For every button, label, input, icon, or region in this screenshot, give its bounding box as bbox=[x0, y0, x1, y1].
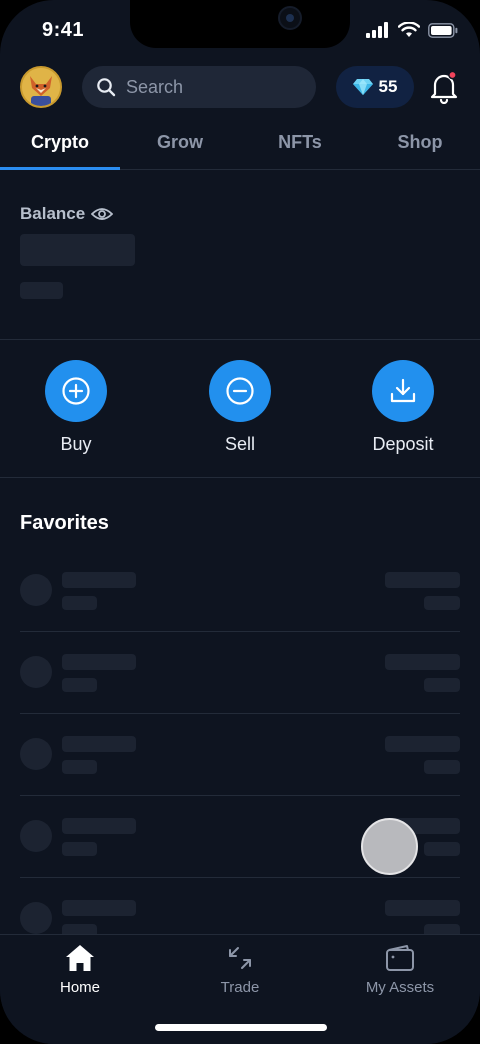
nav-home[interactable]: Home bbox=[0, 941, 160, 996]
coin-change-placeholder bbox=[424, 842, 460, 856]
battery-icon bbox=[428, 22, 458, 38]
list-item[interactable] bbox=[20, 632, 460, 714]
trade-arrows-icon bbox=[229, 947, 251, 969]
status-time: 9:41 bbox=[42, 19, 85, 41]
buy-button-circle bbox=[45, 360, 107, 422]
gems-count: 55 bbox=[378, 77, 398, 96]
list-item[interactable] bbox=[20, 878, 460, 935]
quick-actions: Buy Sell Deposit bbox=[0, 340, 480, 478]
list-item[interactable] bbox=[20, 714, 460, 796]
coin-price-placeholder bbox=[385, 900, 460, 916]
coin-change-placeholder bbox=[424, 678, 460, 692]
coin-change-placeholder bbox=[424, 760, 460, 774]
floating-action-button[interactable] bbox=[361, 818, 418, 875]
balance-header: Balance bbox=[20, 204, 114, 224]
coin-icon-placeholder bbox=[20, 574, 52, 606]
balance-amount-placeholder bbox=[20, 234, 135, 266]
balance-section: Balance bbox=[0, 170, 480, 340]
buy-label: Buy bbox=[60, 434, 92, 454]
tab-nfts[interactable]: NFTs bbox=[240, 120, 360, 169]
notch bbox=[130, 0, 350, 48]
deposit-label: Deposit bbox=[372, 434, 434, 454]
coin-change-placeholder bbox=[424, 596, 460, 610]
coin-price-placeholder bbox=[385, 572, 460, 588]
status-bar: 9:41 bbox=[0, 0, 480, 60]
coin-icon-placeholder bbox=[20, 820, 52, 852]
favorites-title: Favorites bbox=[20, 512, 109, 534]
front-camera bbox=[278, 6, 302, 30]
coin-symbol-placeholder bbox=[62, 596, 97, 610]
coin-icon-placeholder bbox=[20, 738, 52, 770]
nav-home-label: Home bbox=[59, 979, 100, 996]
home-icon bbox=[66, 945, 94, 971]
coin-symbol-placeholder bbox=[62, 760, 97, 774]
nav-my-assets[interactable]: My Assets bbox=[320, 941, 480, 996]
bell-icon bbox=[430, 70, 458, 105]
coin-name-placeholder bbox=[62, 736, 136, 752]
coin-price-placeholder bbox=[385, 654, 460, 670]
tab-grow[interactable]: Grow bbox=[120, 120, 240, 169]
avatar[interactable] bbox=[20, 66, 62, 108]
balance-change-placeholder bbox=[20, 282, 63, 299]
deposit-button[interactable]: Deposit bbox=[353, 360, 453, 455]
search-icon bbox=[97, 78, 116, 97]
coin-name-placeholder bbox=[62, 572, 136, 588]
tab-crypto[interactable]: Crypto bbox=[0, 120, 120, 170]
wallet-icon bbox=[386, 945, 414, 971]
coin-price-placeholder bbox=[385, 736, 460, 752]
download-icon bbox=[390, 378, 416, 403]
buy-button[interactable]: Buy bbox=[26, 360, 126, 455]
coin-name-placeholder bbox=[62, 818, 136, 834]
coin-name-placeholder bbox=[62, 900, 136, 916]
diamond-icon bbox=[352, 79, 373, 95]
sell-button-circle bbox=[209, 360, 271, 422]
favorites-list bbox=[20, 550, 460, 935]
balance-label: Balance bbox=[20, 204, 86, 223]
coin-icon-placeholder bbox=[20, 656, 52, 688]
coin-symbol-placeholder bbox=[62, 678, 97, 692]
coin-icon-placeholder bbox=[20, 902, 52, 934]
plus-circle-icon bbox=[62, 377, 90, 405]
nav-trade-label: Trade bbox=[220, 979, 260, 996]
deposit-button-circle bbox=[372, 360, 434, 422]
eye-icon[interactable] bbox=[91, 206, 114, 222]
coin-symbol-placeholder bbox=[62, 842, 97, 856]
minus-circle-icon bbox=[226, 377, 254, 405]
status-icons bbox=[366, 22, 458, 38]
sell-label: Sell bbox=[224, 434, 255, 454]
wifi-icon bbox=[398, 22, 420, 37]
search-bar[interactable] bbox=[82, 66, 316, 108]
cellular-signal-icon bbox=[366, 22, 388, 38]
avatar-fox-image bbox=[22, 68, 60, 106]
category-tabs: Crypto Grow NFTs Shop bbox=[0, 120, 480, 170]
gems-button[interactable]: 55 bbox=[336, 66, 414, 108]
nav-my-assets-label: My Assets bbox=[365, 979, 435, 996]
coin-name-placeholder bbox=[62, 654, 136, 670]
nav-trade[interactable]: Trade bbox=[160, 941, 320, 996]
list-item[interactable] bbox=[20, 550, 460, 632]
home-indicator[interactable] bbox=[155, 1024, 327, 1031]
sell-button[interactable]: Sell bbox=[190, 360, 290, 455]
phone-screen: 9:41 Search 55 Crypto Grow NFTs Shop Bal… bbox=[0, 0, 480, 1044]
top-header: 55 bbox=[0, 62, 480, 110]
search-input[interactable] bbox=[126, 76, 296, 98]
notifications-button[interactable] bbox=[430, 70, 460, 105]
tab-shop[interactable]: Shop bbox=[360, 120, 480, 169]
